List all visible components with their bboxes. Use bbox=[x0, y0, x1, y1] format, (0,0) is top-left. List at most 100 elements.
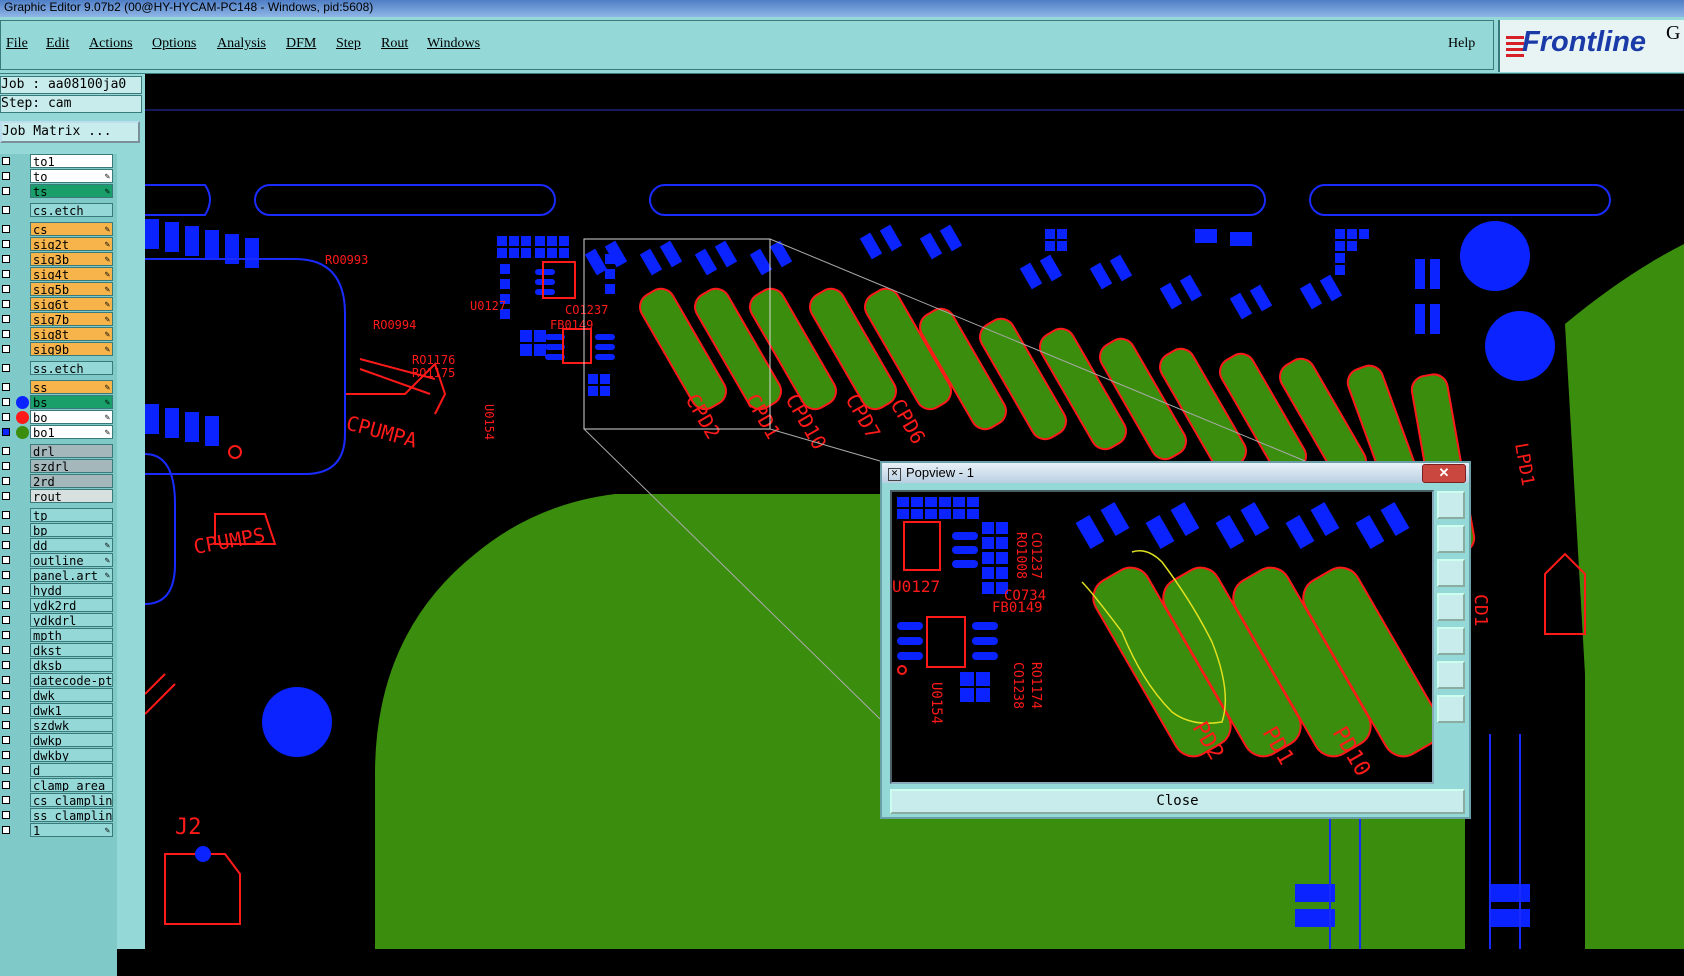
layer-checkbox[interactable] bbox=[2, 300, 10, 308]
layer-checkbox[interactable] bbox=[2, 285, 10, 293]
layer-name[interactable]: rout bbox=[30, 489, 113, 503]
layer-name[interactable]: ss ✎ bbox=[30, 380, 113, 394]
layer-checkbox[interactable] bbox=[2, 492, 10, 500]
layer-row[interactable]: cs ✎ bbox=[0, 222, 117, 237]
layer-row[interactable]: rout bbox=[0, 489, 117, 504]
layer-row[interactable]: sig8t ✎ bbox=[0, 327, 117, 342]
layer-checkbox[interactable] bbox=[2, 736, 10, 744]
layer-name[interactable]: sig6t ✎ bbox=[30, 297, 113, 311]
popview-close-button[interactable]: Close bbox=[890, 789, 1465, 814]
layer-row[interactable]: sig9b ✎ bbox=[0, 342, 117, 357]
layer-checkbox[interactable] bbox=[2, 811, 10, 819]
layer-row[interactable]: ts ✎ bbox=[0, 184, 117, 199]
layer-row[interactable]: dwkby bbox=[0, 748, 117, 763]
layer-checkbox[interactable] bbox=[2, 413, 10, 421]
layer-checkbox[interactable] bbox=[2, 796, 10, 804]
layer-row[interactable]: dkst bbox=[0, 643, 117, 658]
layer-checkbox[interactable] bbox=[2, 706, 10, 714]
layer-name[interactable]: ss_clampline bbox=[30, 808, 113, 822]
layer-row[interactable]: clamp_area bbox=[0, 778, 117, 793]
popview-zoom-out-icon[interactable] bbox=[1437, 695, 1465, 723]
layer-name[interactable]: bo1 ✎ bbox=[30, 425, 113, 439]
layer-row[interactable]: sig7b ✎ bbox=[0, 312, 117, 327]
layer-row[interactable]: dwkp bbox=[0, 733, 117, 748]
layer-checkbox[interactable] bbox=[2, 571, 10, 579]
layer-checkbox[interactable] bbox=[2, 240, 10, 248]
layer-checkbox[interactable] bbox=[2, 398, 10, 406]
layer-name[interactable]: tp bbox=[30, 508, 113, 522]
popview-pan-left-icon[interactable] bbox=[1437, 593, 1465, 621]
layer-checkbox[interactable] bbox=[2, 646, 10, 654]
layer-checkbox[interactable] bbox=[2, 345, 10, 353]
layer-checkbox[interactable] bbox=[2, 462, 10, 470]
layer-checkbox[interactable] bbox=[2, 526, 10, 534]
menu-windows[interactable]: Windows bbox=[427, 36, 480, 52]
layer-checkbox[interactable] bbox=[2, 428, 10, 436]
popview-popout-icon[interactable] bbox=[1437, 491, 1465, 519]
layer-name[interactable]: sig4t ✎ bbox=[30, 267, 113, 281]
menu-help[interactable]: Help bbox=[1448, 36, 1475, 52]
layer-checkbox[interactable] bbox=[2, 315, 10, 323]
layer-name[interactable]: dwkp bbox=[30, 733, 113, 747]
layer-row[interactable]: ydk2rd bbox=[0, 598, 117, 613]
layer-row[interactable]: hydd bbox=[0, 583, 117, 598]
menu-rout[interactable]: Rout bbox=[381, 36, 408, 52]
layer-name[interactable]: dwk bbox=[30, 688, 113, 702]
layer-name[interactable]: outline ✎ bbox=[30, 553, 113, 567]
layer-row[interactable]: bs ✎ bbox=[0, 395, 117, 410]
layer-name[interactable]: sig8t ✎ bbox=[30, 327, 113, 341]
layer-name[interactable]: dkst bbox=[30, 643, 113, 657]
layer-row[interactable]: bo1 ✎ bbox=[0, 425, 117, 440]
layer-name[interactable]: szdwk bbox=[30, 718, 113, 732]
layer-row[interactable]: dd ✎ bbox=[0, 538, 117, 553]
layer-row[interactable]: mpth bbox=[0, 628, 117, 643]
layer-row[interactable]: sig5b ✎ bbox=[0, 282, 117, 297]
layer-row[interactable]: 1 ✎ bbox=[0, 823, 117, 838]
layer-checkbox[interactable] bbox=[2, 187, 10, 195]
menu-analysis[interactable]: Analysis bbox=[217, 36, 266, 52]
layer-checkbox[interactable] bbox=[2, 157, 10, 165]
layer-row[interactable]: sig4t ✎ bbox=[0, 267, 117, 282]
layer-name[interactable]: sig3b ✎ bbox=[30, 252, 113, 266]
layer-checkbox[interactable] bbox=[2, 206, 10, 214]
popview-pan-right-icon[interactable] bbox=[1437, 627, 1465, 655]
layer-checkbox[interactable] bbox=[2, 477, 10, 485]
layer-checkbox[interactable] bbox=[2, 511, 10, 519]
layer-row[interactable]: outline ✎ bbox=[0, 553, 117, 568]
layer-row[interactable]: bo ✎ bbox=[0, 410, 117, 425]
layer-name[interactable]: sig7b ✎ bbox=[30, 312, 113, 326]
layer-name[interactable]: ydk2rd bbox=[30, 598, 113, 612]
layer-checkbox[interactable] bbox=[2, 255, 10, 263]
layer-row[interactable]: dwk bbox=[0, 688, 117, 703]
layer-row[interactable]: cs.etch bbox=[0, 203, 117, 218]
layer-checkbox[interactable] bbox=[2, 586, 10, 594]
layer-name[interactable]: ydkdrl bbox=[30, 613, 113, 627]
layer-checkbox[interactable] bbox=[2, 330, 10, 338]
layer-row[interactable]: dksb bbox=[0, 658, 117, 673]
layer-checkbox[interactable] bbox=[2, 556, 10, 564]
layer-name[interactable]: 1 ✎ bbox=[30, 823, 113, 837]
layer-row[interactable]: drl bbox=[0, 444, 117, 459]
layer-name[interactable]: szdrl bbox=[30, 459, 113, 473]
layer-row[interactable]: ydkdrl bbox=[0, 613, 117, 628]
layer-name[interactable]: ss.etch bbox=[30, 361, 113, 375]
layer-row[interactable]: datecode-pte bbox=[0, 673, 117, 688]
popview-image[interactable]: U0127 U0154 RO1008 CO1237 FB0149 CO734 R… bbox=[890, 490, 1434, 784]
layer-row[interactable]: szdrl bbox=[0, 459, 117, 474]
layer-row[interactable]: ss.etch bbox=[0, 361, 117, 376]
layer-row[interactable]: to1 bbox=[0, 154, 117, 169]
layer-checkbox[interactable] bbox=[2, 225, 10, 233]
layer-checkbox[interactable] bbox=[2, 172, 10, 180]
job-matrix-button[interactable]: Job Matrix ... bbox=[0, 121, 140, 143]
layer-name[interactable]: dwk1 bbox=[30, 703, 113, 717]
layer-checkbox[interactable] bbox=[2, 721, 10, 729]
layer-name[interactable]: bo ✎ bbox=[30, 410, 113, 424]
layer-name[interactable]: bs ✎ bbox=[30, 395, 113, 409]
layer-name[interactable]: d bbox=[30, 763, 113, 777]
popview-zoom-in-icon[interactable] bbox=[1437, 661, 1465, 689]
layer-name[interactable]: cs.etch bbox=[30, 203, 113, 217]
layer-name[interactable]: sig9b ✎ bbox=[30, 342, 113, 356]
layer-name[interactable]: panel.art ✎ bbox=[30, 568, 113, 582]
layer-name[interactable]: clamp_area bbox=[30, 778, 113, 792]
layer-checkbox[interactable] bbox=[2, 676, 10, 684]
